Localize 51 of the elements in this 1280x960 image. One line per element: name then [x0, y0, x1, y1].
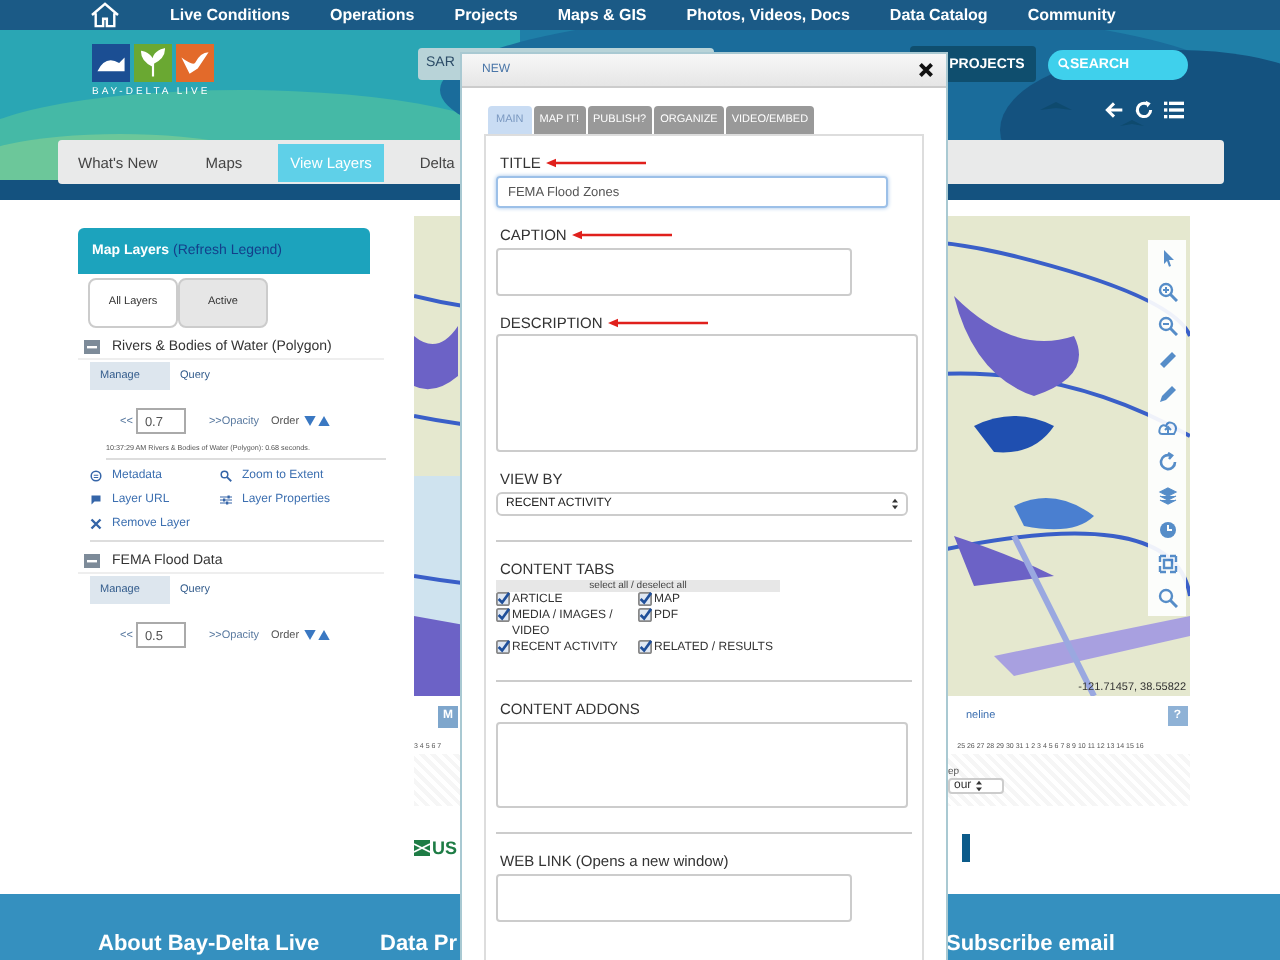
- move-down-icon[interactable]: [303, 416, 316, 426]
- refresh-icon[interactable]: [1134, 100, 1154, 120]
- close-icon: [90, 518, 102, 530]
- checkbox[interactable]: [496, 608, 510, 622]
- checkbox[interactable]: [496, 640, 510, 654]
- upload-icon[interactable]: [1157, 418, 1177, 438]
- bird-icon: [176, 44, 214, 82]
- rotate-icon[interactable]: [1157, 452, 1177, 472]
- back-arrow-icon[interactable]: [1104, 100, 1124, 120]
- select-arrows-icon: [975, 780, 982, 792]
- list-icon[interactable]: [1164, 100, 1184, 120]
- nav-link[interactable]: Photos, Videos, Docs: [686, 6, 850, 24]
- partial-button[interactable]: [961, 834, 970, 862]
- speech-bubble-icon: [90, 494, 102, 506]
- checkbox[interactable]: [638, 592, 652, 606]
- whale-icon: [92, 44, 130, 82]
- checkbox[interactable]: [496, 592, 510, 606]
- nav-link[interactable]: Projects: [454, 6, 518, 24]
- nav-link[interactable]: Operations: [330, 6, 415, 24]
- full-extent-icon[interactable]: [1157, 554, 1177, 574]
- nav-link[interactable]: Data Catalog: [889, 6, 988, 24]
- checkbox[interactable]: [638, 608, 652, 622]
- move-up-icon[interactable]: [317, 416, 330, 426]
- nav-link[interactable]: Live Conditions: [170, 6, 290, 24]
- pencil-icon[interactable]: [1157, 384, 1177, 404]
- plant-icon: [134, 44, 172, 82]
- search-icon: [1058, 58, 1070, 70]
- move-up-icon[interactable]: [317, 630, 330, 640]
- close-icon[interactable]: [918, 62, 934, 78]
- logo-mark-icon: [414, 840, 430, 856]
- magnifier-icon: [220, 470, 232, 482]
- move-down-icon[interactable]: [303, 630, 316, 640]
- nav-link[interactable]: Maps & GIS: [557, 6, 647, 24]
- sliders-icon: [220, 494, 232, 506]
- layers-icon[interactable]: [1157, 486, 1177, 506]
- collapse-icon[interactable]: [84, 340, 100, 354]
- footer-heading: Data Pr: [380, 932, 458, 956]
- zoom-out-icon[interactable]: [1157, 316, 1177, 336]
- nav-link[interactable]: Community: [1027, 6, 1116, 24]
- zoom-in-icon[interactable]: [1157, 282, 1177, 302]
- collapse-icon[interactable]: [84, 554, 100, 568]
- partner-logo: US: [414, 838, 458, 858]
- checkbox[interactable]: [638, 640, 652, 654]
- footer-heading: Subscribe email: [946, 932, 1115, 956]
- clock-icon[interactable]: [1157, 520, 1177, 540]
- info-icon: [90, 470, 102, 482]
- ruler-icon[interactable]: [1157, 350, 1177, 370]
- home-icon[interactable]: [88, 2, 122, 28]
- search-icon[interactable]: [1157, 588, 1177, 608]
- footer-heading: About Bay-Delta Live: [98, 932, 320, 956]
- select-arrows-icon: [892, 498, 898, 510]
